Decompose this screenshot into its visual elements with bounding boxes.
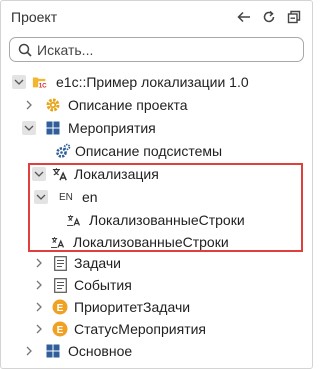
chevron-down-icon[interactable] bbox=[34, 190, 48, 204]
language-code-label: EN bbox=[59, 192, 73, 203]
project-panel: Проект 1C e1c::Пример локализации 1.0 bbox=[0, 0, 313, 369]
tree-node-project-description[interactable]: Описание проекта bbox=[1, 94, 312, 116]
chevron-right-icon[interactable] bbox=[32, 256, 46, 270]
tree-node-root[interactable]: 1C e1c::Пример локализации 1.0 bbox=[1, 71, 312, 93]
tree-node-en-localized-strings[interactable]: ЛокализованныеСтроки bbox=[1, 209, 312, 231]
document-icon bbox=[52, 277, 68, 293]
tree-node-events[interactable]: События bbox=[1, 274, 312, 296]
document-icon bbox=[52, 255, 68, 271]
chevron-down-icon[interactable] bbox=[22, 121, 36, 135]
tree-node-label: СтатусМероприятия bbox=[74, 321, 207, 337]
tree-node-label: e1c::Пример локализации 1.0 bbox=[56, 74, 249, 90]
tree-node-label: Мероприятия bbox=[68, 120, 156, 136]
search-box[interactable] bbox=[9, 37, 304, 62]
search-icon bbox=[18, 43, 32, 57]
tree-node-label: Задачи bbox=[74, 255, 122, 271]
enum-icon: E bbox=[52, 299, 68, 315]
tree-node-label: Описание проекта bbox=[68, 97, 188, 113]
svg-text:E: E bbox=[57, 325, 64, 336]
tree-node-label: Описание подсистемы bbox=[75, 143, 223, 159]
tree-node-lang-en[interactable]: EN en bbox=[1, 186, 312, 208]
svg-text:1C: 1C bbox=[39, 82, 47, 89]
chevron-right-icon[interactable] bbox=[22, 98, 36, 112]
back-arrow-icon[interactable] bbox=[234, 7, 254, 27]
tree-node-label: ЛокализованныеСтроки bbox=[73, 234, 229, 250]
chevron-right-icon[interactable] bbox=[32, 278, 46, 292]
panel-header: Проект bbox=[1, 1, 312, 35]
chevron-right-icon[interactable] bbox=[32, 322, 46, 336]
tree-node-subsystem-description[interactable]: Описание подсистемы bbox=[1, 140, 312, 162]
tree-node-localization[interactable]: Локализация bbox=[1, 163, 312, 185]
tree-node-event-status[interactable]: E СтатусМероприятия bbox=[1, 318, 312, 340]
search-input[interactable] bbox=[37, 41, 287, 58]
translate-icon bbox=[52, 166, 68, 182]
tree-node-label: Основное bbox=[68, 343, 133, 359]
tree-node-label: Локализация bbox=[74, 166, 159, 182]
refresh-icon[interactable] bbox=[259, 7, 279, 27]
subsystem-grid-icon bbox=[45, 343, 61, 359]
project-folder-icon: 1C bbox=[32, 74, 48, 90]
tree-node-label: События bbox=[74, 277, 132, 293]
chevron-down-icon[interactable] bbox=[32, 167, 46, 181]
tree-node-localized-strings[interactable]: ЛокализованныеСтроки bbox=[1, 231, 312, 253]
localized-strings-icon bbox=[67, 212, 83, 228]
chevron-down-icon[interactable] bbox=[12, 75, 26, 89]
tree-node-label: en bbox=[82, 189, 98, 205]
collapse-all-icon[interactable] bbox=[284, 7, 304, 27]
svg-text:E: E bbox=[57, 303, 64, 314]
tree-node-task-priority[interactable]: E ПриоритетЗадачи bbox=[1, 296, 312, 318]
tree-node-tasks[interactable]: Задачи bbox=[1, 252, 312, 274]
enum-icon: E bbox=[52, 321, 68, 337]
gear-blue-icon bbox=[55, 143, 71, 159]
tree-node-events-subsystem[interactable]: Мероприятия bbox=[1, 117, 312, 139]
tree-node-label: ЛокализованныеСтроки bbox=[89, 212, 245, 228]
chevron-right-icon[interactable] bbox=[22, 344, 36, 358]
chevron-right-icon[interactable] bbox=[32, 300, 46, 314]
subsystem-grid-icon bbox=[45, 120, 61, 136]
tree-node-label: ПриоритетЗадачи bbox=[74, 299, 191, 315]
gear-icon bbox=[45, 97, 61, 113]
localized-strings-icon bbox=[51, 234, 67, 250]
tree-node-main[interactable]: Основное bbox=[1, 340, 312, 362]
panel-title: Проект bbox=[11, 9, 58, 25]
